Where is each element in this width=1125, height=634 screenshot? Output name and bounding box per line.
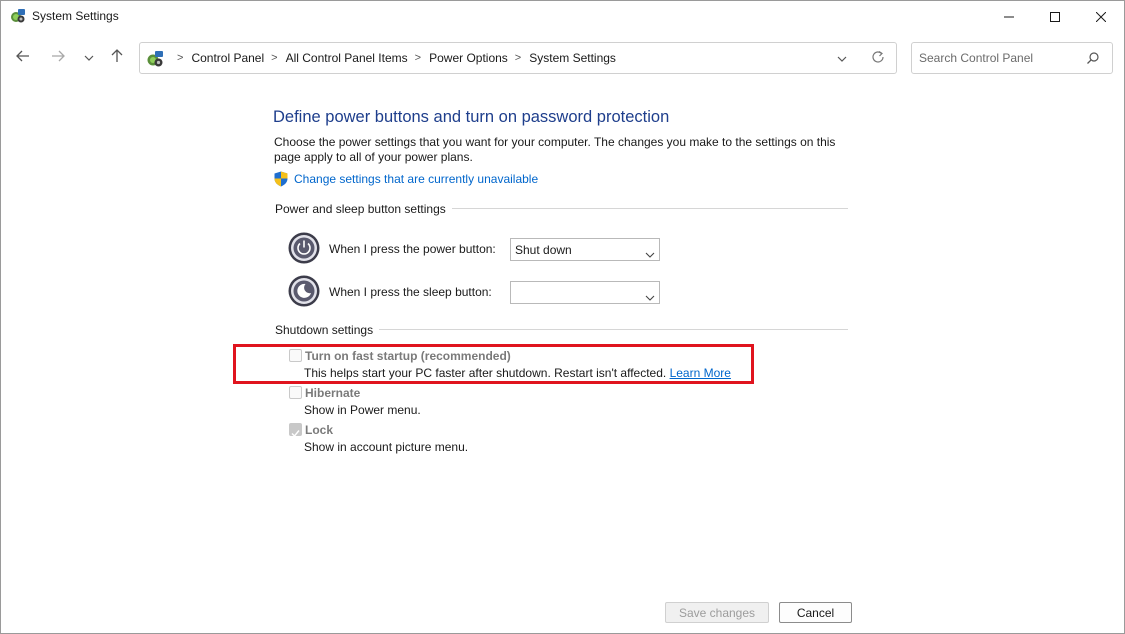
power-button-action-value: Shut down: [515, 243, 572, 257]
page-title: Define power buttons and turn on passwor…: [273, 108, 670, 126]
breadcrumb-power-options[interactable]: Power Options: [429, 51, 508, 65]
forward-button[interactable]: [47, 47, 69, 69]
maximize-icon: [1050, 11, 1060, 22]
chevron-down-icon: [84, 49, 94, 67]
control-panel-icon: [146, 50, 164, 68]
sleep-button-icon: [288, 275, 320, 307]
uac-shield-icon: [273, 171, 289, 187]
change-unavailable-settings-link[interactable]: Change settings that are currently unava…: [294, 172, 538, 186]
cancel-button[interactable]: Cancel: [779, 602, 852, 623]
close-button[interactable]: [1078, 1, 1124, 32]
lock-description: Show in account picture menu.: [304, 440, 469, 454]
title-bar[interactable]: System Settings: [1, 1, 1124, 32]
page-description: Choose the power settings that you want …: [274, 135, 836, 164]
hibernate-checkbox[interactable]: [289, 386, 302, 399]
system-settings-window: System Settings > Control Panel > All Co…: [0, 0, 1125, 634]
breadcrumb-separator: >: [271, 52, 278, 64]
breadcrumb-separator: >: [414, 52, 422, 64]
chevron-down-icon: [645, 246, 655, 258]
arrow-right-icon: [51, 49, 65, 67]
minimize-button[interactable]: [986, 1, 1032, 32]
refresh-icon: [871, 50, 885, 69]
search-input[interactable]: [919, 49, 1079, 67]
address-bar[interactable]: > Control Panel > All Control Panel Item…: [139, 42, 897, 74]
up-button[interactable]: [106, 47, 128, 69]
sleep-button-action-select[interactable]: [510, 281, 660, 304]
sleep-button-label: When I press the sleep button:: [329, 285, 492, 299]
minimize-icon: [1004, 12, 1014, 22]
close-icon: [1096, 11, 1106, 22]
chevron-down-icon: [837, 50, 847, 68]
search-box[interactable]: [911, 42, 1113, 74]
hibernate-title: Hibernate: [305, 386, 361, 400]
learn-more-link[interactable]: Learn More: [670, 366, 731, 380]
power-button-action-select[interactable]: Shut down: [510, 238, 660, 261]
breadcrumb-separator: >: [177, 52, 184, 64]
arrow-up-icon: [111, 48, 123, 68]
window-title: System Settings: [32, 9, 119, 23]
fast-startup-checkbox[interactable]: [289, 349, 302, 362]
breadcrumb-all-items[interactable]: All Control Panel Items: [286, 51, 408, 65]
checkmark-icon: [291, 425, 300, 438]
maximize-button[interactable]: [1032, 1, 1078, 32]
refresh-button[interactable]: [869, 50, 887, 68]
address-dropdown-button[interactable]: [833, 50, 851, 68]
breadcrumb: > Control Panel > All Control Panel Item…: [170, 43, 616, 73]
search-icon[interactable]: [1086, 51, 1100, 65]
recent-locations-button[interactable]: [78, 47, 100, 69]
shutdown-section-label: Shutdown settings: [275, 323, 380, 337]
power-button-label: When I press the power button:: [329, 242, 496, 256]
fast-startup-description: This helps start your PC faster after sh…: [304, 366, 731, 380]
power-section-label: Power and sleep button settings: [275, 202, 452, 216]
hibernate-description: Show in Power menu.: [304, 403, 421, 417]
breadcrumb-control-panel[interactable]: Control Panel: [191, 51, 264, 65]
power-button-icon: [288, 232, 320, 264]
lock-checkbox[interactable]: [289, 423, 302, 438]
lock-title: Lock: [305, 423, 334, 437]
arrow-left-icon: [16, 49, 30, 67]
back-button[interactable]: [12, 47, 34, 69]
fast-startup-title: Turn on fast startup (recommended): [305, 349, 511, 363]
chevron-down-icon: [645, 289, 655, 301]
control-panel-icon: [10, 8, 26, 24]
save-changes-button[interactable]: Save changes: [665, 602, 769, 623]
breadcrumb-system-settings[interactable]: System Settings: [529, 51, 616, 65]
breadcrumb-separator: >: [514, 52, 522, 64]
fast-startup-description-text: This helps start your PC faster after sh…: [304, 366, 667, 380]
